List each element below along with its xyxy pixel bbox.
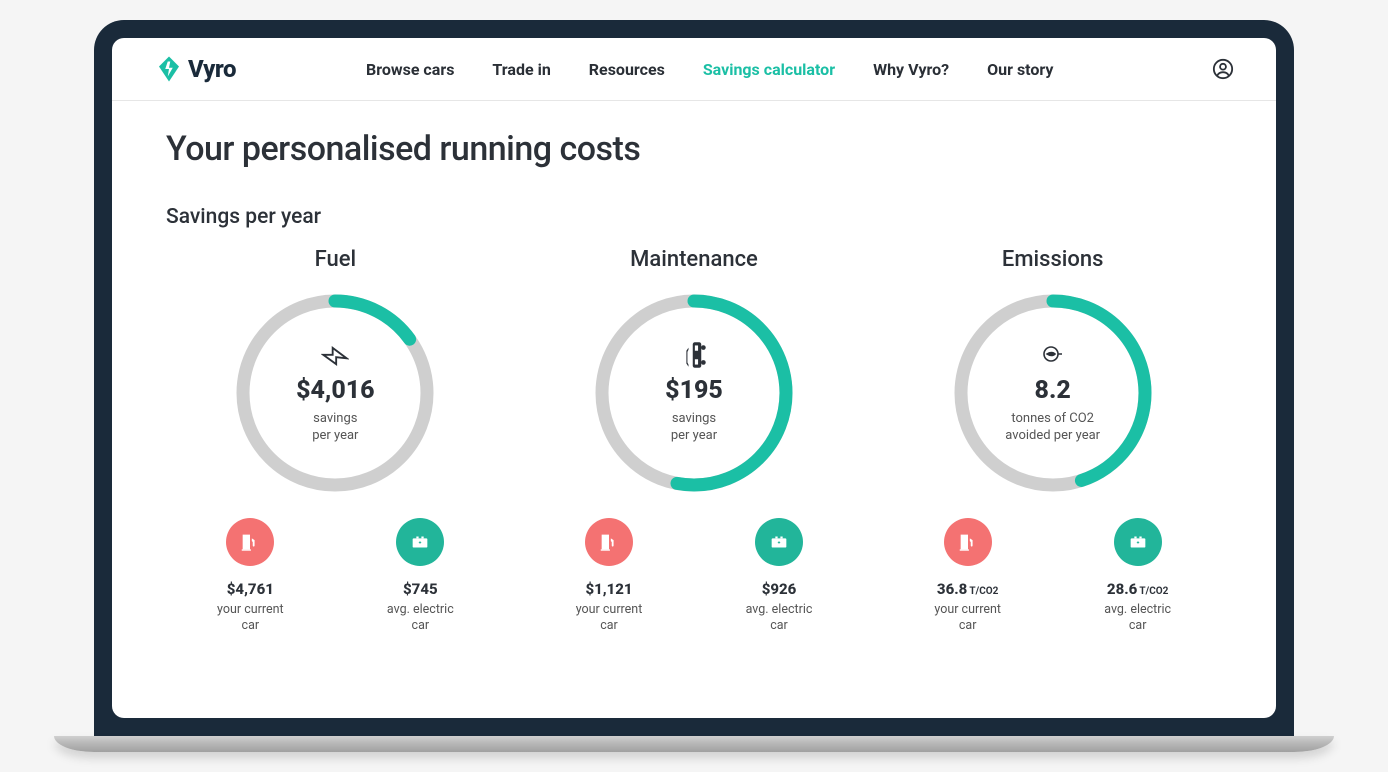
metric-emissions: Emissions [883, 247, 1222, 635]
brand-logo[interactable]: Vyro [154, 54, 236, 84]
battery-icon [396, 518, 444, 566]
logo-mark-icon [154, 54, 184, 84]
fuel-current: $4,761 your current car [190, 518, 310, 635]
fuel-compare: $4,761 your current car [166, 518, 505, 635]
laptop-mockup: Vyro Browse cars Trade in Resources Savi… [94, 20, 1294, 752]
laptop-base [54, 736, 1334, 752]
wrench-car-icon [680, 342, 708, 370]
fuel-current-label: your current car [217, 602, 284, 635]
metric-maintenance-title: Maintenance [525, 247, 864, 272]
nav-savings-calculator[interactable]: Savings calculator [703, 60, 835, 79]
laptop-bezel: Vyro Browse cars Trade in Resources Savi… [94, 20, 1294, 736]
main-nav: Browse cars Trade in Resources Savings c… [366, 60, 1053, 79]
fuel-electric-label: avg. electric car [387, 602, 454, 635]
page-title: Your personalised running costs [166, 129, 1222, 169]
fuel-current-value: $4,761 [227, 580, 274, 598]
section-label: Savings per year [166, 205, 1222, 229]
site-header: Vyro Browse cars Trade in Resources Savi… [112, 38, 1276, 101]
maintenance-current-label: your current car [576, 602, 643, 635]
fuel-gauge: $4,016 savings per year [230, 288, 440, 498]
brand-name: Vyro [188, 55, 236, 83]
fuel-pump-icon [585, 518, 633, 566]
emissions-electric: 28.6T/CO2 avg. electric car [1078, 518, 1198, 635]
emissions-electric-value: 28.6T/CO2 [1107, 580, 1169, 598]
maintenance-current-value: $1,121 [585, 580, 632, 598]
fuel-sub: savings per year [312, 411, 358, 445]
emissions-current: 36.8T/CO2 your current car [908, 518, 1028, 635]
maintenance-sub: savings per year [671, 411, 717, 445]
fuel-pump-icon [944, 518, 992, 566]
battery-icon [1114, 518, 1162, 566]
emissions-current-value: 36.8T/CO2 [937, 580, 999, 598]
fuel-pump-icon [226, 518, 274, 566]
emissions-compare: 36.8T/CO2 your current car [883, 518, 1222, 635]
emissions-gauge: 8.2 tonnes of CO2 avoided per year [948, 288, 1158, 498]
emissions-current-label: your current car [934, 602, 1001, 635]
maintenance-current: $1,121 your current car [549, 518, 669, 635]
metric-fuel-title: Fuel [166, 247, 505, 272]
metric-maintenance: Maintenance [525, 247, 864, 635]
emissions-electric-label: avg. electric car [1104, 602, 1171, 635]
maintenance-electric: $926 avg. electric car [719, 518, 839, 635]
nav-why-vyro[interactable]: Why Vyro? [873, 60, 949, 79]
metric-emissions-title: Emissions [883, 247, 1222, 272]
nav-resources[interactable]: Resources [589, 60, 665, 79]
account-icon[interactable] [1212, 58, 1234, 80]
maintenance-gauge: $195 savings per year [589, 288, 799, 498]
fuel-electric-value: $745 [403, 580, 438, 598]
maintenance-electric-value: $926 [762, 580, 797, 598]
fuel-electric: $745 avg. electric car [360, 518, 480, 635]
nav-our-story[interactable]: Our story [987, 60, 1053, 79]
maintenance-electric-label: avg. electric car [746, 602, 813, 635]
maintenance-value: $195 [665, 376, 723, 405]
battery-icon [755, 518, 803, 566]
metrics-row: Fuel [166, 247, 1222, 635]
emissions-sub: tonnes of CO2 avoided per year [1005, 411, 1100, 445]
emissions-value: 8.2 [1035, 376, 1071, 405]
page-content: Your personalised running costs Savings … [112, 101, 1276, 718]
nav-trade-in[interactable]: Trade in [492, 60, 550, 79]
metric-fuel: Fuel [166, 247, 505, 635]
nav-browse-cars[interactable]: Browse cars [366, 60, 454, 79]
leaf-icon [1039, 342, 1067, 370]
bolt-icon [321, 342, 349, 370]
maintenance-compare: $1,121 your current car [525, 518, 864, 635]
app-window: Vyro Browse cars Trade in Resources Savi… [112, 38, 1276, 718]
fuel-value: $4,016 [296, 376, 375, 405]
